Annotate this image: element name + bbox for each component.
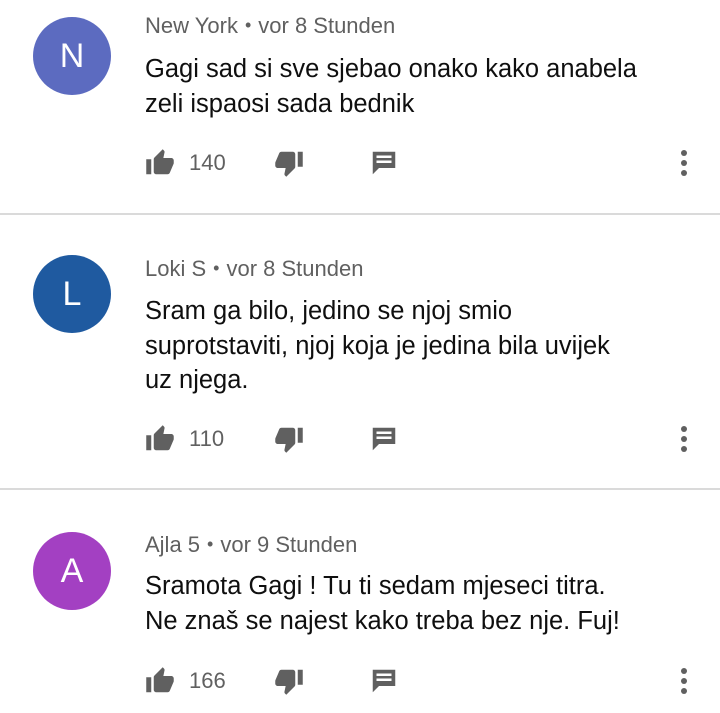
like-count: 166 bbox=[189, 668, 226, 693]
thumb-down-icon bbox=[275, 669, 303, 695]
like-button[interactable]: 110 bbox=[143, 419, 224, 459]
reply-button[interactable] bbox=[369, 661, 399, 701]
more-vert-icon bbox=[681, 426, 687, 452]
comment-time[interactable]: vor 9 Stunden bbox=[220, 532, 357, 557]
avatar[interactable]: L bbox=[33, 255, 111, 333]
like-button[interactable]: 166 bbox=[143, 661, 226, 701]
author-name[interactable]: Loki S bbox=[145, 256, 206, 281]
comment-meta: New York • vor 8 Stunden bbox=[145, 13, 395, 39]
thumb-down-icon bbox=[275, 427, 303, 453]
dislike-button[interactable] bbox=[272, 419, 306, 459]
more-options-button[interactable] bbox=[672, 143, 696, 183]
comment-text-line: Sramota Gagi ! Tu ti sedam mjeseci titra… bbox=[145, 572, 606, 600]
like-button[interactable]: 140 bbox=[143, 143, 226, 183]
thumb-down-icon bbox=[275, 151, 303, 177]
more-options-button[interactable] bbox=[672, 419, 696, 459]
comment-text-line: uz njega. bbox=[145, 366, 249, 394]
author-name[interactable]: New York bbox=[145, 13, 238, 38]
comment-text: Sramota Gagi ! Tu ti sedam mjeseci titra… bbox=[145, 569, 705, 638]
meta-separator: • bbox=[244, 15, 252, 35]
avatar-initial: L bbox=[62, 274, 82, 313]
dislike-button[interactable] bbox=[272, 661, 306, 701]
reply-button[interactable] bbox=[369, 419, 399, 459]
like-count: 140 bbox=[189, 150, 226, 175]
avatar[interactable]: A bbox=[33, 532, 111, 610]
comment-text-line: Sram ga bilo, jedino se njoj smio bbox=[145, 297, 513, 325]
comment-item: A Ajla 5 • vor 9 Stunden Sramota Gagi ! Tu… bbox=[0, 490, 720, 713]
meta-separator: • bbox=[213, 258, 220, 278]
comment-text-line: zeli ispaosi sada bednik bbox=[145, 89, 415, 118]
reply-icon bbox=[372, 669, 396, 693]
meta-separator: • bbox=[207, 534, 214, 554]
more-vert-icon bbox=[681, 150, 687, 176]
comment-text-line: Ne znaš se najest kako treba bez nje. Fu… bbox=[145, 606, 620, 635]
comment-actions: 110 bbox=[0, 419, 720, 459]
comment-time[interactable]: vor 8 Stunden bbox=[258, 13, 395, 38]
more-vert-icon bbox=[681, 668, 687, 694]
reply-button[interactable] bbox=[369, 143, 399, 183]
thumb-up-icon bbox=[146, 425, 174, 451]
comment-meta: Ajla 5 • vor 9 Stunden bbox=[145, 532, 357, 558]
thumb-up-icon bbox=[146, 149, 174, 175]
comment-time[interactable]: vor 8 Stunden bbox=[226, 256, 363, 281]
comment-actions: 140 bbox=[0, 143, 720, 183]
comment-text-line: Gagi sad si sve sjebao onako kako anabel… bbox=[145, 55, 637, 83]
reply-icon bbox=[372, 151, 396, 175]
more-options-button[interactable] bbox=[672, 661, 696, 701]
thumb-up-icon bbox=[146, 667, 174, 693]
avatar-initial: A bbox=[60, 551, 84, 590]
reply-icon bbox=[372, 427, 396, 451]
author-name[interactable]: Ajla 5 bbox=[145, 532, 200, 557]
avatar-initial: N bbox=[59, 36, 85, 75]
comment-text: Sram ga bilo, jedino se njoj smio suprot… bbox=[145, 294, 705, 398]
avatar[interactable]: N bbox=[33, 17, 111, 95]
comment-item: L Loki S • vor 8 Stunden Sram ga bilo, jed… bbox=[0, 215, 720, 489]
comment-text: Gagi sad si sve sjebao onako kako anabel… bbox=[145, 52, 705, 121]
like-count: 110 bbox=[189, 426, 225, 451]
comment-actions: 166 bbox=[0, 661, 720, 701]
comment-item: N New York • vor 8 Stunden Gagi sad si sve… bbox=[0, 0, 720, 214]
comment-meta: Loki S • vor 8 Stunden bbox=[145, 256, 363, 282]
comment-text-line: suprotstaviti, njoj koja je jedina bila … bbox=[145, 331, 610, 360]
dislike-button[interactable] bbox=[272, 143, 306, 183]
